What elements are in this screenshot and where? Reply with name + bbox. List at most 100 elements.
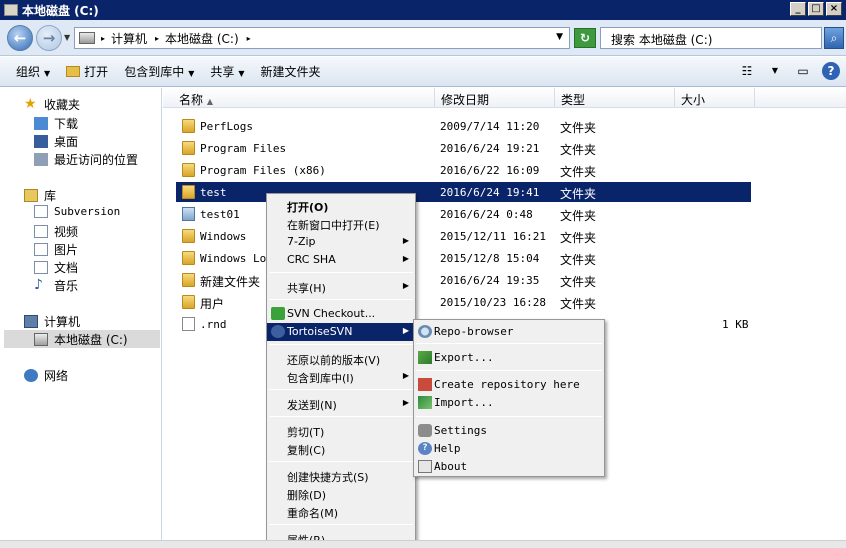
submenu-arrow-icon: ▶ bbox=[402, 326, 409, 335]
svn-checkout-icon bbox=[271, 307, 285, 320]
submenu-arrow-icon: ▶ bbox=[402, 254, 409, 263]
menu-separator bbox=[269, 416, 413, 417]
file-row-selected[interactable]: test 2016/6/24 19:41 文件夹 bbox=[176, 182, 751, 202]
column-type[interactable]: 类型 bbox=[555, 88, 675, 108]
drive-icon bbox=[4, 4, 18, 16]
menu-item-send-to[interactable]: 发送到(N) ▶ bbox=[267, 395, 415, 413]
chevron-right-icon[interactable]: ▸ bbox=[101, 34, 105, 43]
tortoisesvn-icon bbox=[271, 325, 285, 338]
tortoisesvn-submenu: Repo-browser Export... Create repository… bbox=[413, 319, 605, 477]
share-button[interactable]: 共享 ▼ bbox=[210, 63, 244, 80]
library-icon bbox=[34, 205, 48, 218]
menu-separator bbox=[269, 299, 413, 300]
downloads-icon bbox=[34, 117, 48, 130]
menu-item-create-repository[interactable]: Create repository here bbox=[414, 376, 604, 394]
folder-icon bbox=[182, 119, 195, 133]
about-icon bbox=[418, 460, 432, 473]
back-button[interactable]: ← bbox=[7, 25, 33, 51]
nav-videos[interactable]: 视频 bbox=[34, 223, 78, 240]
menu-item-share[interactable]: 共享(H) ▶ bbox=[267, 278, 415, 296]
pictures-icon bbox=[34, 243, 48, 256]
close-button[interactable]: × bbox=[826, 2, 842, 16]
chevron-right-icon[interactable]: ▸ bbox=[247, 34, 251, 43]
menu-item-include-library[interactable]: 包含到库中(I) ▶ bbox=[267, 368, 415, 386]
view-options-icon[interactable]: ☷ bbox=[738, 62, 756, 80]
nav-pictures[interactable]: 图片 bbox=[34, 241, 78, 258]
menu-item-restore[interactable]: 还原以前的版本(V) bbox=[267, 350, 415, 368]
preview-pane-icon[interactable]: ▭ bbox=[794, 62, 812, 80]
minimize-button[interactable]: _ bbox=[790, 2, 806, 16]
nav-computer[interactable]: 计算机 bbox=[24, 313, 80, 330]
new-folder-button[interactable]: 新建文件夹 bbox=[261, 63, 321, 80]
menu-item-open-new-window[interactable]: 在新窗口中打开(E) bbox=[267, 215, 415, 233]
folder-icon bbox=[182, 273, 195, 287]
nav-recent[interactable]: 最近访问的位置 bbox=[34, 151, 138, 168]
nav-documents[interactable]: 文档 bbox=[34, 259, 78, 276]
recent-places-icon bbox=[34, 153, 48, 166]
breadcrumb-local-disk[interactable]: 本地磁盘 (C:) bbox=[165, 30, 239, 47]
menu-separator bbox=[269, 461, 413, 462]
menu-item-create-shortcut[interactable]: 创建快捷方式(S) bbox=[267, 467, 415, 485]
menu-separator bbox=[416, 416, 602, 417]
recent-pages-dropdown[interactable]: ▼ bbox=[64, 33, 70, 42]
menu-item-7zip[interactable]: 7-Zip ▶ bbox=[267, 233, 415, 251]
menu-separator bbox=[269, 344, 413, 345]
nav-network[interactable]: 网络 bbox=[24, 367, 68, 384]
svn-folder-icon bbox=[182, 207, 195, 221]
address-dropdown-icon[interactable]: ▼ bbox=[556, 32, 563, 42]
file-icon bbox=[182, 317, 195, 331]
nav-music[interactable]: ♪ 音乐 bbox=[34, 277, 78, 294]
menu-item-copy[interactable]: 复制(C) bbox=[267, 440, 415, 458]
nav-desktop[interactable]: 桌面 bbox=[34, 133, 78, 150]
menu-item-about[interactable]: About bbox=[414, 458, 604, 476]
menu-item-svn-checkout[interactable]: SVN Checkout... bbox=[267, 305, 415, 323]
chevron-right-icon[interactable]: ▸ bbox=[155, 34, 159, 43]
folder-icon bbox=[182, 229, 195, 243]
menu-item-help[interactable]: ? Help bbox=[414, 440, 604, 458]
folder-icon bbox=[182, 141, 195, 155]
include-library-button[interactable]: 包含到库中 ▼ bbox=[124, 63, 194, 80]
column-header: 名称 ▲ 修改日期 类型 大小 bbox=[163, 88, 846, 108]
chevron-down-icon[interactable]: ▼ bbox=[766, 62, 784, 80]
video-icon bbox=[34, 225, 48, 238]
folder-icon bbox=[182, 251, 195, 265]
menu-separator bbox=[416, 343, 602, 344]
nav-local-disk[interactable]: 本地磁盘 (C:) bbox=[4, 330, 160, 348]
nav-favorites[interactable]: ★ 收藏夹 bbox=[24, 96, 80, 113]
menu-item-delete[interactable]: 删除(D) bbox=[267, 485, 415, 503]
nav-downloads[interactable]: 下载 bbox=[34, 115, 78, 132]
menu-item-tortoisesvn[interactable]: TortoiseSVN ▶ bbox=[267, 323, 415, 341]
search-icon[interactable]: ⌕ bbox=[824, 27, 844, 49]
title-bar: 本地磁盘 (C:) _ □ × bbox=[0, 0, 846, 20]
desktop-icon bbox=[34, 135, 48, 148]
menu-item-repo-browser[interactable]: Repo-browser bbox=[414, 323, 604, 341]
menu-separator bbox=[269, 524, 413, 525]
organize-button[interactable]: 组织 ▼ bbox=[16, 63, 50, 80]
refresh-button[interactable]: ↻ bbox=[574, 28, 596, 48]
column-name[interactable]: 名称 ▲ bbox=[163, 88, 435, 108]
column-date[interactable]: 修改日期 bbox=[435, 88, 555, 108]
horizontal-scrollbar[interactable] bbox=[0, 540, 846, 548]
repo-browser-icon bbox=[418, 325, 432, 338]
sort-asc-icon: ▲ bbox=[206, 97, 213, 106]
help-icon[interactable]: ? bbox=[822, 62, 840, 80]
menu-item-cut[interactable]: 剪切(T) bbox=[267, 422, 415, 440]
menu-item-open[interactable]: 打开(O) bbox=[267, 197, 415, 215]
search-input[interactable]: 搜索 本地磁盘 (C:) bbox=[600, 27, 822, 49]
library-icon bbox=[24, 189, 38, 202]
menu-item-crc-sha[interactable]: CRC SHA ▶ bbox=[267, 251, 415, 269]
column-size[interactable]: 大小 bbox=[675, 88, 755, 108]
nav-subversion[interactable]: Subversion bbox=[34, 205, 120, 218]
breadcrumb-computer[interactable]: 计算机 bbox=[111, 30, 147, 47]
address-path-box[interactable]: ▸ 计算机 ▸ 本地磁盘 (C:) ▸ ▼ bbox=[74, 27, 570, 49]
menu-item-settings[interactable]: Settings bbox=[414, 422, 604, 440]
menu-item-rename[interactable]: 重命名(M) bbox=[267, 503, 415, 521]
open-button[interactable]: 打开 bbox=[66, 63, 108, 80]
menu-item-export[interactable]: Export... bbox=[414, 349, 604, 367]
nav-libraries[interactable]: 库 bbox=[24, 187, 56, 204]
menu-item-import[interactable]: Import... bbox=[414, 394, 604, 412]
forward-button[interactable]: → bbox=[36, 25, 62, 51]
maximize-button[interactable]: □ bbox=[808, 2, 824, 16]
command-bar: 组织 ▼ 打开 包含到库中 ▼ 共享 ▼ 新建文件夹 ☷ ▼ ▭ ? bbox=[0, 57, 846, 87]
menu-separator bbox=[416, 370, 602, 371]
